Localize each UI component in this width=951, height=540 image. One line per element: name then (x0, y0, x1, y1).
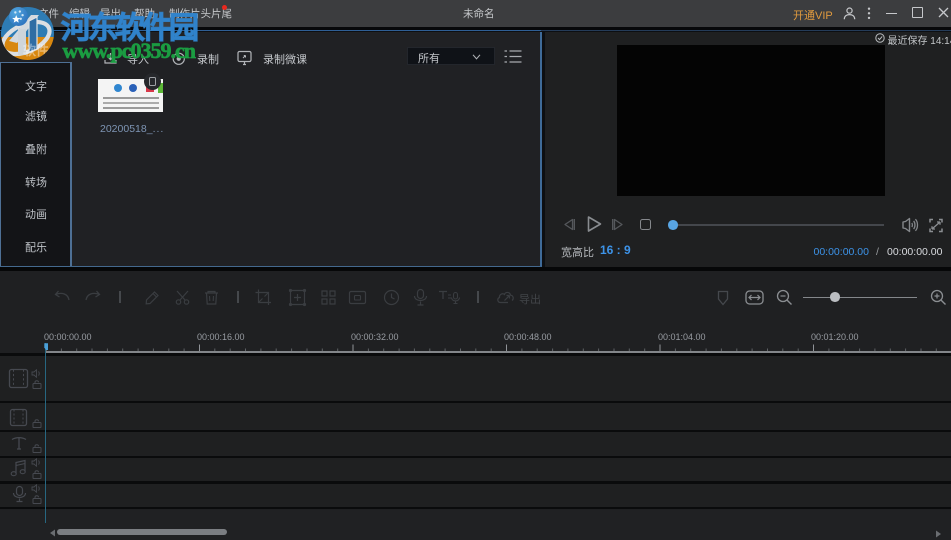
svg-text:软件: 软件 (23, 43, 49, 58)
